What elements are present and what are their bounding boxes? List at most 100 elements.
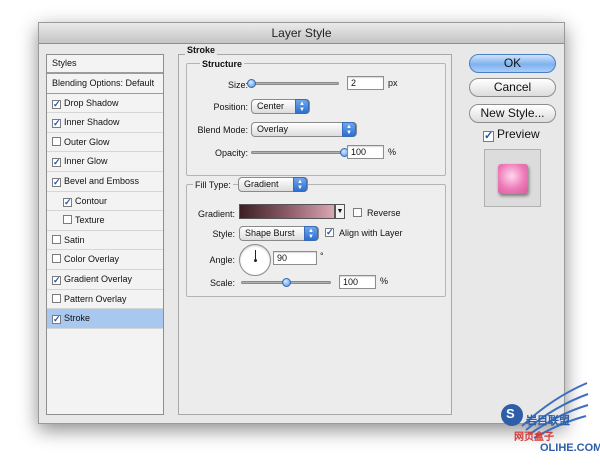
select-arrows-icon: ▲ ▼ (342, 122, 356, 137)
scale-label: Scale: (209, 278, 235, 288)
size-unit: px (388, 78, 398, 88)
style-checkbox[interactable]: ✓ (63, 197, 72, 207)
style-item-label: Color Overlay (64, 254, 120, 265)
size-input[interactable]: 2 (347, 76, 384, 90)
cancel-button[interactable]: Cancel (469, 78, 556, 97)
reverse-checkbox[interactable] (353, 208, 362, 217)
select-arrows-icon: ▲ ▼ (293, 177, 307, 192)
style-item-inner-glow[interactable]: ✓ Inner Glow (47, 152, 163, 172)
style-item-color-overlay[interactable]: Color Overlay (47, 250, 163, 270)
watermark-badge: S (506, 406, 515, 421)
style-checkbox[interactable]: ✓ (52, 275, 61, 285)
watermark-line3: OLIHE.COM (540, 442, 600, 454)
select-arrows-icon: ▲ ▼ (304, 226, 318, 241)
style-item-gradient-overlay[interactable]: ✓ Gradient Overlay (47, 270, 163, 290)
position-value: Center (257, 101, 285, 111)
fill-type-select[interactable]: Gradient ▲ ▼ (238, 177, 308, 192)
style-checkbox[interactable] (52, 234, 61, 244)
scale-slider-knob[interactable] (282, 278, 291, 287)
style-item-outer-glow[interactable]: Outer Glow (47, 133, 163, 153)
gradient-preview[interactable] (239, 204, 335, 219)
opacity-label: Opacity: (214, 148, 248, 158)
style-item-texture[interactable]: Texture (47, 211, 163, 231)
styles-header[interactable]: Styles (47, 55, 163, 74)
blend-mode-select[interactable]: Overlay ▲ ▼ (251, 122, 357, 137)
style-item-label: Inner Glow (64, 156, 108, 167)
gradient-dropdown-icon[interactable]: ▼ (335, 204, 345, 219)
scale-unit: % (380, 276, 389, 286)
structure-panel: Structure Size: 2 px Position: Center ▲ ▼… (186, 59, 446, 176)
watermark-line2: 网页盒子 (514, 432, 554, 443)
stroke-title: Stroke (185, 45, 218, 55)
angle-unit: ° (320, 251, 324, 261)
styles-list: Styles Blending Options: Default ✓ Drop S… (46, 54, 164, 415)
preview-label: Preview (497, 127, 540, 141)
blend-mode-value: Overlay (257, 124, 289, 134)
style-item-label: Bevel and Emboss (64, 175, 140, 186)
style-item-bevel-and-emboss[interactable]: ✓ Bevel and Emboss (47, 172, 163, 192)
style-checkbox[interactable]: ✓ (52, 158, 61, 168)
style-item-pattern-overlay[interactable]: Pattern Overlay (47, 290, 163, 310)
style-checkbox[interactable] (63, 215, 72, 225)
fill-type-value: Gradient (244, 179, 279, 189)
opacity-input[interactable]: 100 (347, 145, 384, 159)
preview-thumbnail (484, 149, 541, 207)
opacity-slider-track[interactable] (251, 151, 344, 154)
style-item-satin[interactable]: Satin (47, 231, 163, 251)
style-item-label: Satin (64, 234, 85, 245)
style-checkbox[interactable] (52, 254, 61, 264)
position-label: Position: (213, 102, 248, 112)
select-arrows-icon: ▲ ▼ (295, 99, 309, 114)
new-style-button[interactable]: New Style... (469, 104, 556, 123)
style-item-label: Texture (75, 215, 105, 226)
size-label: Size: (227, 80, 248, 90)
size-slider-knob[interactable] (247, 79, 256, 88)
angle-dial[interactable] (239, 244, 271, 276)
style-item-label: Stroke (64, 313, 91, 324)
style-checkbox[interactable]: ✓ (52, 177, 61, 187)
angle-input[interactable]: 90 (273, 251, 317, 265)
gradient-label: Gradient: (197, 209, 235, 219)
scale-input[interactable]: 100 (339, 275, 376, 289)
ok-button[interactable]: OK (469, 54, 556, 73)
style-item-label: Gradient Overlay (64, 273, 133, 284)
style-checkbox[interactable]: ✓ (52, 119, 61, 129)
align-with-layer-checkbox[interactable]: ✓ (325, 228, 334, 237)
blend-mode-label: Blend Mode: (197, 125, 248, 135)
angle-label: Angle: (209, 255, 235, 265)
style-checkbox[interactable] (52, 136, 61, 146)
style-item-label: Pattern Overlay (64, 293, 127, 304)
position-select[interactable]: Center ▲ ▼ (251, 99, 310, 114)
style-label: Style: (212, 229, 235, 239)
window-title: Layer Style (39, 23, 564, 44)
style-item-label: Outer Glow (64, 136, 110, 147)
style-item-inner-shadow[interactable]: ✓ Inner Shadow (47, 113, 163, 133)
fill-panel: Fill Type: Gradient ▲ ▼ Gradient: ▼ Rever… (186, 177, 446, 297)
size-slider-track[interactable] (251, 82, 339, 85)
fill-type-label: Fill Type: (193, 180, 233, 190)
reverse-label: Reverse (367, 208, 401, 218)
watermark-line1: 岩目联盟 (526, 415, 570, 427)
style-checkbox[interactable]: ✓ (52, 315, 61, 325)
angle-dial-center (254, 259, 257, 262)
stroke-panel: Stroke Structure Size: 2 px Position: Ce… (178, 45, 452, 415)
preview-swatch (498, 164, 528, 194)
style-item-contour[interactable]: ✓ Contour (47, 192, 163, 212)
style-item-label: Drop Shadow (64, 97, 119, 108)
fill-style-select[interactable]: Shape Burst ▲ ▼ (239, 226, 319, 241)
watermark-logo: S 岩目联盟 网页盒子 OLIHE.COM (492, 378, 600, 468)
fill-style-value: Shape Burst (245, 228, 295, 238)
align-with-layer-label: Align with Layer (339, 228, 403, 238)
style-checkbox[interactable]: ✓ (52, 99, 61, 109)
style-item-drop-shadow[interactable]: ✓ Drop Shadow (47, 94, 163, 114)
blending-options-item[interactable]: Blending Options: Default (47, 74, 163, 94)
style-item-label: Contour (75, 195, 108, 206)
structure-title: Structure (200, 59, 245, 69)
style-item-stroke[interactable]: ✓ Stroke (47, 309, 163, 329)
style-item-label: Inner Shadow (64, 117, 120, 128)
layer-style-dialog: Layer Style Styles Blending Options: Def… (38, 22, 565, 424)
opacity-unit: % (388, 147, 397, 157)
style-checkbox[interactable] (52, 293, 61, 303)
preview-checkbox[interactable]: ✓ (483, 131, 494, 142)
preview-toggle[interactable]: ✓ Preview (483, 127, 540, 142)
